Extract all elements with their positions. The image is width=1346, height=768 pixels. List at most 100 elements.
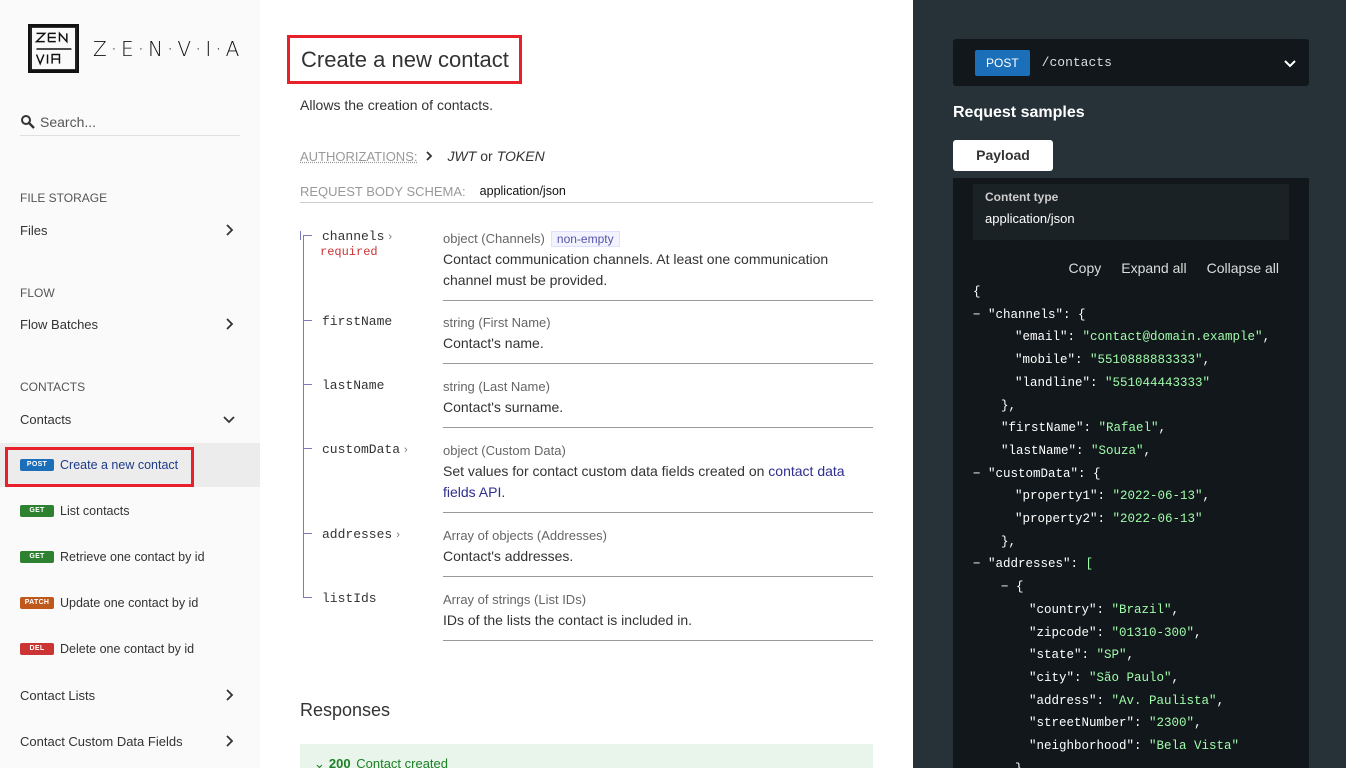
sidebar-op-update-contact[interactable]: PATCH Update one contact by id	[0, 581, 260, 625]
code-line: "streetNumber": "2300",	[1029, 713, 1202, 733]
field-separator	[443, 427, 873, 428]
field-name-text: channels	[322, 229, 385, 244]
code-line: "email": "contact@domain.example",	[1015, 327, 1270, 347]
authorizations-row[interactable]: AUTHORIZATIONS: JWT or TOKEN	[300, 148, 545, 164]
tree-tick	[303, 235, 312, 236]
sidebar-op-create-contact[interactable]: POST Create a new contact	[0, 443, 260, 487]
code-punct: :	[1096, 625, 1112, 640]
zenvia-logo[interactable]: Z·E·N·V·I·A	[28, 24, 243, 73]
field-description-end: .	[501, 484, 506, 500]
collapse-all-button[interactable]: Collapse all	[1207, 260, 1279, 276]
sidebar-item-contact-custom-data-fields[interactable]: Contact Custom Data Fields	[0, 721, 260, 761]
endpoint-path: /contacts	[1041, 55, 1112, 70]
chevron-right-icon: ›	[404, 444, 408, 456]
sidebar-op-list-contacts[interactable]: GET List contacts	[0, 489, 260, 533]
section-label-file-storage: FILE STORAGE	[20, 191, 108, 205]
field-description: Contact's surname.	[443, 399, 564, 415]
chevron-right-icon	[226, 224, 234, 236]
tab-payload[interactable]: Payload	[953, 140, 1053, 171]
code-line: − "addresses": [	[973, 554, 1093, 574]
field-type: string (Last Name)	[443, 379, 550, 394]
code-line: "zipcode": "01310-300",	[1029, 623, 1202, 643]
responses-heading: Responses	[300, 700, 391, 720]
expand-all-button[interactable]: Expand all	[1121, 260, 1186, 276]
json-key: "city"	[1029, 670, 1075, 685]
field-description: IDs of the lists the contact is included…	[443, 612, 693, 628]
code-line: "state": "SP",	[1029, 645, 1134, 665]
code-punct: {	[973, 285, 981, 299]
tree-tick	[303, 384, 312, 385]
code-line: "address": "Av. Paulista",	[1029, 691, 1224, 711]
sidebar-item-contacts[interactable]: Contacts	[0, 399, 260, 439]
collapse-toggle[interactable]: −	[973, 557, 988, 571]
code-punct: }	[1015, 762, 1023, 768]
chevron-right-icon	[226, 735, 234, 747]
sidebar-op-label: Update one contact by id	[60, 596, 199, 610]
sidebar-op-label: Delete one contact by id	[60, 642, 195, 656]
json-value: "5510888883333"	[1090, 353, 1203, 368]
json-key: "neighborhood"	[1029, 739, 1135, 753]
endpoint-bar[interactable]: POST /contacts	[953, 39, 1309, 86]
chevron-right-icon: ›	[396, 529, 400, 541]
code-punct: ,	[1202, 489, 1211, 504]
json-key: "property2"	[1015, 512, 1098, 526]
json-key: "addresses"	[988, 557, 1071, 572]
sidebar-item-files[interactable]: Files	[0, 210, 260, 250]
field-description: Set values for contact custom data field…	[443, 461, 873, 503]
chevron-down-icon	[1284, 60, 1296, 68]
code-punct: :	[1070, 557, 1086, 572]
tree-tick	[303, 533, 312, 534]
copy-button[interactable]: Copy	[1069, 260, 1102, 276]
auth-or: or	[480, 148, 493, 164]
field-type: string (First Name)	[443, 315, 551, 330]
sidebar-item-flow-batches[interactable]: Flow Batches	[0, 304, 260, 344]
field-name[interactable]: addresses ›	[322, 527, 400, 542]
json-key: "landline"	[1015, 375, 1091, 390]
method-badge-del: DEL	[20, 643, 54, 655]
code-punct: :	[1097, 489, 1113, 504]
tree-tick	[303, 597, 312, 598]
title-highlight: Create a new contact	[287, 35, 522, 84]
chevron-right-icon[interactable]	[423, 150, 435, 162]
field-detail: string (Last Name) Contact's surname.	[443, 379, 873, 418]
code-line: "mobile": "5510888883333",	[1015, 350, 1210, 370]
json-key: "lastName"	[1001, 443, 1077, 458]
json-value: "Souza"	[1091, 443, 1144, 458]
sidebar-op-retrieve-contact[interactable]: GET Retrieve one contact by id	[0, 535, 260, 579]
request-body-schema-row: REQUEST BODY SCHEMA: application/json	[300, 184, 873, 203]
field-description-text: Set values for contact custom data field…	[443, 463, 769, 479]
search-input[interactable]	[40, 113, 230, 130]
field-detail: object (Custom Data) Set values for cont…	[443, 443, 873, 503]
response-200[interactable]: ⌄ 200 Contact created	[300, 744, 873, 768]
field-name[interactable]: customData ›	[322, 442, 408, 457]
required-label: required	[320, 245, 378, 259]
code-punct: :	[1076, 443, 1092, 458]
content-type-box: Content type application/json	[973, 184, 1289, 240]
endpoint-method: POST	[975, 49, 1030, 76]
field-description: Contact's name.	[443, 335, 544, 351]
sidebar-item-contact-lists[interactable]: Contact Lists	[0, 675, 260, 715]
code-punct: :	[1134, 739, 1150, 753]
sidebar-op-delete-contact[interactable]: DEL Delete one contact by id	[0, 627, 260, 671]
chevron-down-icon	[223, 416, 235, 424]
zenvia-logo-mark-icon	[28, 24, 79, 73]
collapse-toggle[interactable]: −	[973, 308, 988, 322]
collapse-toggle[interactable]: −	[973, 467, 988, 481]
json-key: "firstName"	[1001, 421, 1084, 436]
field-separator	[443, 363, 873, 364]
json-value: "551044443333"	[1105, 375, 1211, 390]
method-badge-patch: PATCH	[20, 597, 54, 609]
code-punct: :	[1096, 602, 1112, 617]
search-box[interactable]	[20, 108, 240, 136]
code-punct: },	[1001, 534, 1017, 549]
search-icon	[21, 114, 35, 129]
page-title: Create a new contact	[301, 46, 509, 72]
code-punct: :	[1097, 512, 1113, 526]
sidebar: Z·E·N·V·I·A FILE STORAGE Files FLOW Flow…	[0, 0, 260, 768]
code-punct: :	[1090, 375, 1106, 390]
field-name[interactable]: channels ›	[322, 229, 392, 244]
sample-panel: Content type application/json Copy Expan…	[953, 178, 1309, 768]
code-punct: ,	[1194, 625, 1202, 640]
tree-tick	[303, 448, 312, 449]
collapse-toggle[interactable]: −	[1001, 580, 1016, 594]
